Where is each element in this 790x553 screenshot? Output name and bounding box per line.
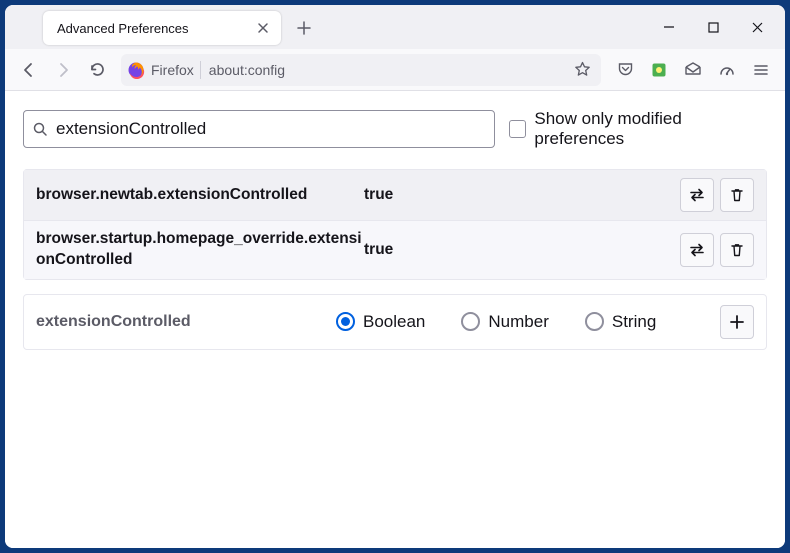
pref-value: true — [364, 241, 680, 259]
forward-button[interactable] — [47, 54, 79, 86]
delete-button[interactable] — [720, 233, 754, 267]
browser-window: Advanced Preferences — [5, 5, 785, 548]
inbox-icon[interactable] — [677, 54, 709, 86]
window-controls — [647, 5, 779, 49]
add-pref-button[interactable] — [720, 305, 754, 339]
firefox-logo-icon — [127, 61, 145, 79]
new-pref-row: extensionControlled Boolean Number Strin… — [23, 294, 767, 350]
maximize-button[interactable] — [691, 10, 735, 44]
search-row: extensionControlled Show only modified p… — [23, 109, 767, 149]
show-modified-toggle[interactable]: Show only modified preferences — [509, 109, 767, 149]
type-radio-boolean[interactable]: Boolean — [336, 312, 425, 332]
nav-toolbar: Firefox about:config — [5, 49, 785, 91]
search-input-value: extensionControlled — [56, 119, 206, 139]
bookmark-star-icon[interactable] — [569, 57, 595, 83]
new-tab-button[interactable] — [289, 13, 319, 43]
type-radio-label: Number — [488, 312, 548, 332]
show-modified-label: Show only modified preferences — [534, 109, 767, 149]
dashboard-icon[interactable] — [711, 54, 743, 86]
browser-tab[interactable]: Advanced Preferences — [43, 11, 281, 45]
pref-name: browser.startup.homepage_override.extens… — [36, 229, 364, 271]
extension-icon[interactable] — [643, 54, 675, 86]
swap-arrows-icon — [688, 241, 706, 259]
new-pref-name: extensionControlled — [36, 313, 336, 331]
pref-row[interactable]: browser.startup.homepage_override.extens… — [24, 221, 766, 279]
delete-button[interactable] — [720, 178, 754, 212]
urlbar-separator — [200, 61, 201, 79]
row-actions — [680, 233, 754, 267]
type-radio-number[interactable]: Number — [461, 312, 548, 332]
type-radio-group: Boolean Number String — [336, 312, 720, 332]
reload-button[interactable] — [81, 54, 113, 86]
prefs-table: browser.newtab.extensionControlled true … — [23, 169, 767, 280]
trash-icon — [729, 187, 745, 203]
type-radio-string[interactable]: String — [585, 312, 656, 332]
tab-title: Advanced Preferences — [57, 21, 255, 36]
pref-value: true — [364, 186, 680, 204]
checkbox-icon — [509, 120, 526, 138]
urlbar-brand: Firefox — [151, 62, 194, 78]
radio-icon — [585, 312, 604, 331]
type-radio-label: String — [612, 312, 656, 332]
radio-icon — [336, 312, 355, 331]
search-icon — [32, 121, 50, 137]
pref-name: browser.newtab.extensionControlled — [36, 185, 364, 206]
row-actions — [680, 178, 754, 212]
about-config-content: extensionControlled Show only modified p… — [5, 91, 785, 548]
pref-row[interactable]: browser.newtab.extensionControlled true — [24, 170, 766, 221]
window-close-button[interactable] — [735, 10, 779, 44]
close-icon[interactable] — [255, 20, 271, 36]
toggle-button[interactable] — [680, 178, 714, 212]
swap-arrows-icon — [688, 186, 706, 204]
toggle-button[interactable] — [680, 233, 714, 267]
app-menu-button[interactable] — [745, 54, 777, 86]
back-button[interactable] — [13, 54, 45, 86]
urlbar-address: about:config — [209, 62, 569, 78]
search-input[interactable]: extensionControlled — [23, 110, 495, 148]
pocket-icon[interactable] — [609, 54, 641, 86]
plus-icon — [729, 314, 745, 330]
type-radio-label: Boolean — [363, 312, 425, 332]
tab-bar: Advanced Preferences — [5, 5, 785, 49]
radio-icon — [461, 312, 480, 331]
url-bar[interactable]: Firefox about:config — [121, 54, 601, 86]
trash-icon — [729, 242, 745, 258]
minimize-button[interactable] — [647, 10, 691, 44]
